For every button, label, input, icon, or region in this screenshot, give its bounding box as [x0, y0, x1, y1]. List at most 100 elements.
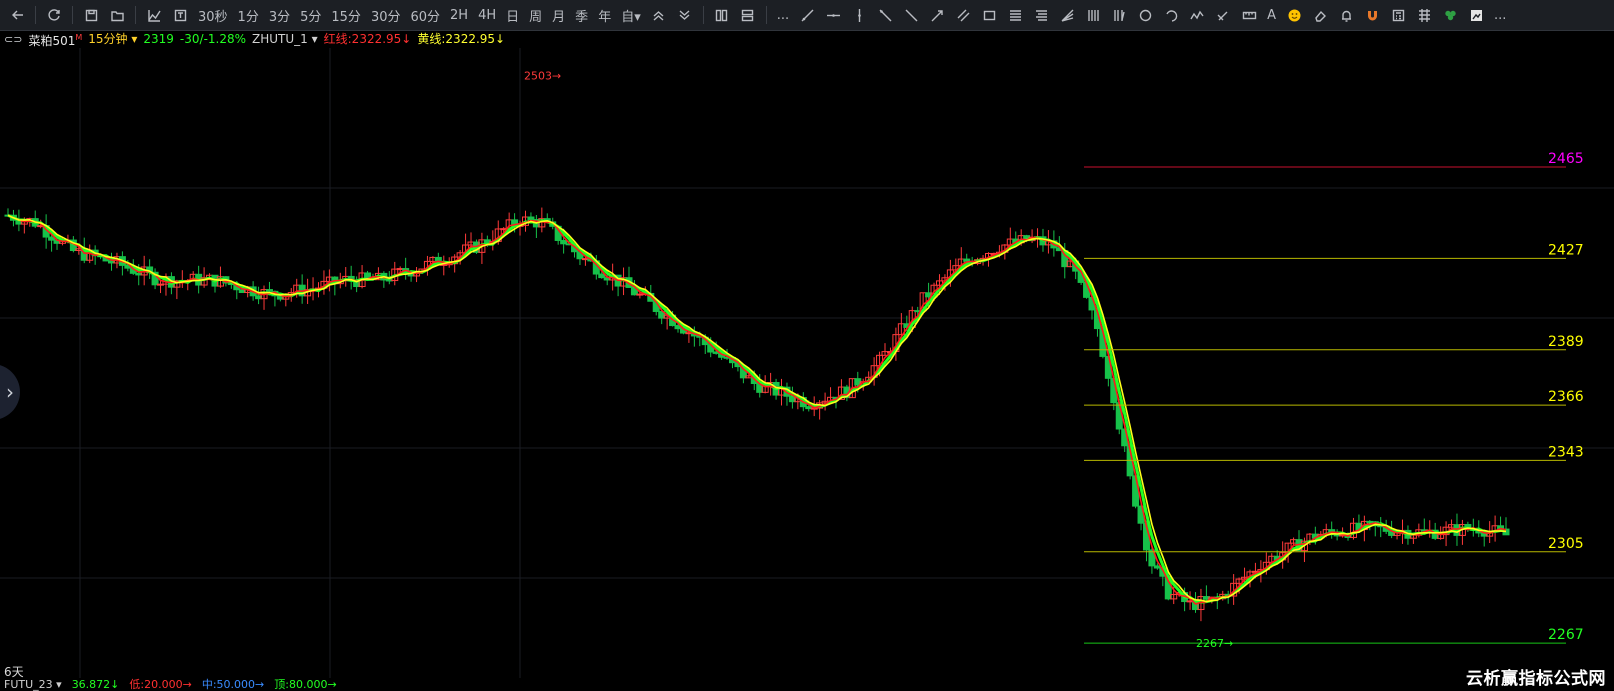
layout-columns-icon[interactable]: [711, 3, 733, 27]
segment-icon[interactable]: [900, 3, 922, 27]
toolbar: 30秒 1分 3分 5分 15分 30分 60分 2H 4H 日周月季年自▾... A...: [0, 0, 1614, 31]
parallel-lines-icon[interactable]: [952, 3, 974, 27]
period-60m[interactable]: 60分: [407, 3, 443, 27]
ruler-icon[interactable]: [1238, 3, 1260, 27]
chevron-right-icon: ›: [6, 380, 14, 404]
period-30s[interactable]: 30秒: [195, 3, 231, 27]
period-month[interactable]: 月: [549, 3, 568, 27]
candle: [1420, 518, 1428, 532]
gann-fan-icon[interactable]: [1056, 3, 1078, 27]
period-5m[interactable]: 5分: [297, 3, 324, 27]
candle: [391, 261, 399, 286]
candle-body: [598, 273, 606, 279]
grid-icon[interactable]: [1413, 3, 1435, 27]
zoom-in-icon[interactable]: [648, 3, 670, 27]
green-ma-line: [7, 213, 1507, 604]
back-icon[interactable]: [6, 3, 28, 27]
layout-rows-icon[interactable]: [737, 3, 759, 27]
period-year[interactable]: 年: [595, 3, 614, 27]
fib-level-label: 2465: [1548, 151, 1584, 167]
fib-level-label: 2267: [1548, 627, 1584, 643]
last-price: 2319: [143, 32, 174, 46]
horizontal-line-icon[interactable]: [822, 3, 844, 27]
refresh-icon[interactable]: [43, 3, 65, 27]
open-folder-icon[interactable]: [106, 3, 128, 27]
toolbar-separator: [765, 6, 767, 24]
period-1m[interactable]: 1分: [235, 3, 262, 27]
toolbar-separator: [702, 6, 704, 24]
candle-body: [364, 272, 372, 278]
emoji-icon[interactable]: [1283, 3, 1305, 27]
vertical-line-icon[interactable]: [848, 3, 870, 27]
fib-level-label: 2427: [1548, 242, 1584, 258]
watermark: 云析赢指标公式网: [1466, 669, 1606, 689]
fib-level-label: 2343: [1548, 444, 1584, 460]
fib-level-label: 2389: [1548, 334, 1584, 350]
save-icon[interactable]: [80, 3, 102, 27]
symbol-name[interactable]: 菜粕501M: [28, 29, 82, 50]
period-day[interactable]: 日: [503, 3, 522, 27]
fib-level-label: 2305: [1548, 536, 1584, 552]
calculator-icon[interactable]: [1387, 3, 1409, 27]
period-2h[interactable]: 2H: [447, 3, 471, 27]
indicator-bar: FUTU_23 ▾ 36.872↓ 低:20.000→ 中:50.000→ 顶:…: [0, 678, 1614, 691]
more-icon[interactable]: ...: [774, 3, 792, 27]
fib-level-label: 2366: [1548, 389, 1584, 405]
price-change: -30/-1.28%: [179, 32, 247, 46]
indicator-low: 低:20.000→: [129, 678, 192, 691]
draw-line-icon[interactable]: [796, 3, 818, 27]
red-line-value: 红线:2322.95↓: [323, 32, 412, 46]
fib-levels: 2465 2427 2389 2366 2343 2305 2267: [1084, 151, 1584, 644]
fibonacci-icon[interactable]: [1004, 3, 1026, 27]
magnet-icon[interactable]: [1361, 3, 1383, 27]
text-tool-icon[interactable]: A: [1264, 3, 1279, 27]
screenshot-icon[interactable]: [1465, 3, 1487, 27]
link-icon[interactable]: ⊂⊃: [4, 31, 22, 48]
period-season[interactable]: 季: [572, 3, 591, 27]
info-bar: ⊂⊃ 菜粕501M 15分钟 ▾ 2319 -30/-1.28% ZHUTU_1…: [0, 31, 1614, 48]
indicator-name[interactable]: FUTU_23 ▾: [4, 678, 62, 691]
red-ma-line: [7, 214, 1507, 605]
candle: [331, 276, 339, 296]
period-lines-icon[interactable]: [1108, 3, 1130, 27]
toolbar-separator: [35, 6, 36, 24]
period-week[interactable]: 周: [526, 3, 545, 27]
high-price-label: 2503→: [524, 70, 561, 83]
arrow-line-icon[interactable]: [926, 3, 948, 27]
candle: [881, 343, 889, 356]
cycle-lines-icon[interactable]: [1082, 3, 1104, 27]
clover-icon[interactable]: [1439, 3, 1461, 27]
grid-lines: [0, 48, 1614, 678]
rectangle-icon[interactable]: [978, 3, 1000, 27]
indicator-high: 顶:80.000→: [274, 678, 337, 691]
period-3m[interactable]: 3分: [266, 3, 293, 27]
period-4h[interactable]: 4H: [475, 3, 499, 27]
indicator-icon[interactable]: [169, 3, 191, 27]
brush-icon[interactable]: [1212, 3, 1234, 27]
period-selector[interactable]: 15分钟 ▾: [88, 31, 137, 48]
toolbar-separator: [135, 6, 136, 24]
candlestick-chart[interactable]: 2465 2427 2389 2366 2343 2305 2267 2503→ 2267→: [0, 48, 1614, 678]
yellow-ma-line: [7, 214, 1507, 603]
ray-icon[interactable]: [874, 3, 896, 27]
golden-ratio-icon[interactable]: [1030, 3, 1052, 27]
eraser-icon[interactable]: [1309, 3, 1331, 27]
low-price-label: 2267→: [1196, 637, 1233, 650]
toolbar-separator: [72, 6, 73, 24]
arc-icon[interactable]: [1160, 3, 1182, 27]
period-custom[interactable]: 自▾: [618, 3, 644, 27]
zoom-out-icon[interactable]: [674, 3, 696, 27]
candle: [298, 274, 306, 304]
price-chart[interactable]: 2465 2427 2389 2366 2343 2305 2267 2503→ 2267→: [0, 48, 1614, 678]
period-30m[interactable]: 30分: [368, 3, 404, 27]
candle-body: [1132, 475, 1140, 507]
indicator-value: 36.872↓: [71, 678, 120, 691]
period-15m[interactable]: 15分: [328, 3, 364, 27]
circle-icon[interactable]: [1134, 3, 1156, 27]
candle: [320, 270, 328, 295]
formula-selector[interactable]: ZHUTU_1 ▾: [252, 31, 318, 48]
wave-icon[interactable]: [1186, 3, 1208, 27]
alert-bell-icon[interactable]: [1335, 3, 1357, 27]
more-tools-icon[interactable]: ...: [1491, 3, 1509, 27]
line-chart-icon[interactable]: [143, 3, 165, 27]
